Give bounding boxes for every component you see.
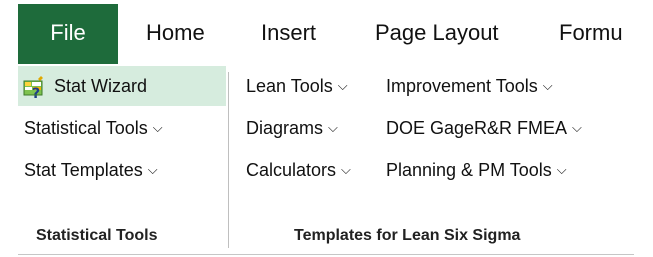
ribbon-panel: ? Stat Wizard Statistical Tools ⌵ Stat Te… [18,66,634,256]
planning-pm-tools-label: Planning & PM Tools [386,160,552,180]
diagrams-label: Diagrams [246,118,324,138]
doe-gage-fmea-label: DOE GageR&R FMEA [386,118,568,138]
calculators-label: Calculators [246,160,337,180]
stat-wizard-icon: ? [22,74,46,102]
chevron-down-icon: ⌵ [152,120,163,135]
diagrams-dropdown[interactable]: Diagrams ⌵ [246,108,338,148]
tab-home[interactable]: Home [146,4,205,64]
lean-six-sigma-group-label: Templates for Lean Six Sigma [294,227,521,244]
chevron-down-icon: ⌵ [556,162,567,177]
lean-six-sigma-templates-group: Lean Tools ⌵ Improvement Tools ⌵ Diagrams ⌵… [230,66,634,256]
tab-formulas[interactable]: Formu [559,4,623,64]
tab-page-layout[interactable]: Page Layout [375,4,499,64]
chevron-down-icon: ⌵ [337,78,348,93]
svg-text:?: ? [32,86,40,100]
group-divider [228,72,229,248]
chevron-down-icon: ⌵ [341,162,351,177]
stat-wizard-button[interactable]: ? Stat Wizard [18,66,226,106]
tab-file[interactable]: File [18,4,118,64]
chevron-down-icon: ⌵ [147,162,158,177]
lean-tools-dropdown[interactable]: Lean Tools ⌵ [246,66,348,106]
improvement-tools-dropdown[interactable]: Improvement Tools ⌵ [386,66,553,106]
ribbon-bottom-border [18,254,634,255]
chevron-down-icon: ⌵ [542,78,553,93]
planning-pm-tools-dropdown[interactable]: Planning & PM Tools ⌵ [386,150,567,190]
chevron-down-icon: ⌵ [572,120,582,135]
improvement-tools-label: Improvement Tools [386,76,538,96]
doe-gage-fmea-dropdown[interactable]: DOE GageR&R FMEA ⌵ [386,108,582,148]
stat-templates-label: Stat Templates [24,160,143,180]
ribbon-tab-bar: File Home Insert Page Layout Formu [18,4,653,64]
calculators-dropdown[interactable]: Calculators ⌵ [246,150,351,190]
statistical-tools-group-label: Statistical Tools [36,227,158,244]
statistical-tools-group: ? Stat Wizard Statistical Tools ⌵ Stat Te… [18,66,228,256]
stat-templates-dropdown[interactable]: Stat Templates ⌵ [24,150,158,190]
statistical-tools-label: Statistical Tools [24,118,148,138]
chevron-down-icon: ⌵ [328,120,338,135]
stat-wizard-label: Stat Wizard [54,76,148,96]
lean-tools-label: Lean Tools [246,76,333,96]
statistical-tools-dropdown[interactable]: Statistical Tools ⌵ [24,108,163,148]
tab-insert[interactable]: Insert [261,4,316,64]
